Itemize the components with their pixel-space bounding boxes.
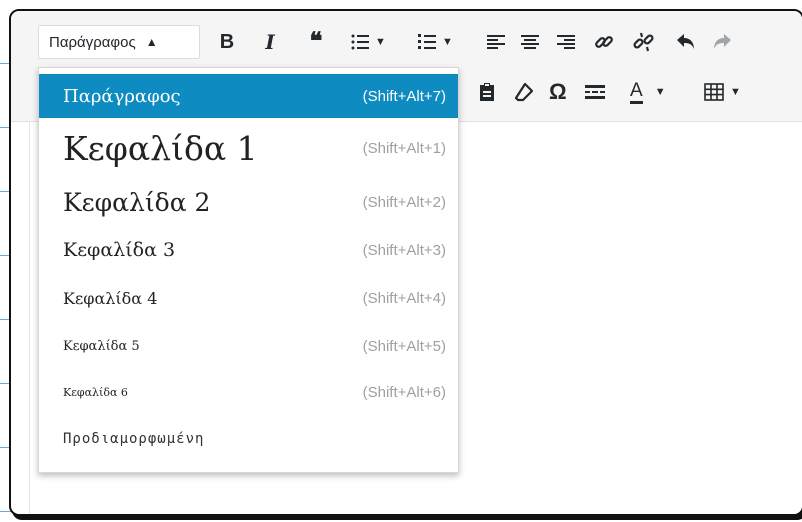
bullet-list-button[interactable]: ▼	[351, 28, 386, 56]
blockquote-button[interactable]: ❝	[303, 28, 329, 56]
numbered-list-button[interactable]: ▼	[418, 28, 453, 56]
chevron-down-icon: ▼	[730, 86, 741, 98]
bold-button[interactable]: B	[216, 28, 238, 56]
format-option-preformatted[interactable]: Προδιαμορφωμένη	[39, 414, 458, 464]
format-select[interactable]: Παράγραφος ▲	[38, 25, 200, 59]
format-option-heading-3[interactable]: Κεφαλίδα 3 (Shift+Alt+3)	[39, 226, 458, 274]
format-option-shortcut: (Shift+Alt+1)	[362, 139, 446, 157]
format-option-label: Κεφαλίδα 4	[63, 288, 158, 308]
format-option-shortcut: (Shift+Alt+2)	[362, 193, 446, 211]
eraser-icon	[514, 82, 534, 102]
chevron-down-icon: ▼	[375, 36, 386, 48]
omega-icon: Ω	[549, 79, 567, 104]
format-option-label: Προδιαμορφωμένη	[63, 431, 205, 447]
read-more-button[interactable]	[585, 78, 605, 106]
table-button[interactable]: ▼	[704, 78, 741, 106]
bullet-list-icon	[351, 34, 369, 50]
align-right-button[interactable]	[557, 28, 575, 56]
text-color-button[interactable]: A ▼	[630, 78, 666, 106]
chevron-down-icon: ▼	[442, 36, 453, 48]
read-more-icon	[585, 85, 605, 99]
format-option-shortcut: (Shift+Alt+6)	[362, 383, 446, 401]
chevron-down-icon: ▼	[654, 86, 666, 98]
format-option-paragraph[interactable]: Παράγραφος (Shift+Alt+7)	[39, 74, 458, 118]
format-select-value: Παράγραφος	[49, 33, 136, 51]
clear-formatting-button[interactable]	[514, 78, 534, 106]
format-option-heading-5[interactable]: Κεφαλίδα 5 (Shift+Alt+5)	[39, 322, 458, 370]
undo-icon	[677, 34, 694, 49]
format-dropdown-menu: Παράγραφος (Shift+Alt+7) Κεφαλίδα 1 (Shi…	[38, 67, 459, 473]
remove-link-button[interactable]	[633, 28, 655, 56]
format-option-heading-6[interactable]: Κεφαλίδα 6 (Shift+Alt+6)	[39, 370, 458, 414]
link-icon	[595, 36, 613, 48]
align-left-icon	[487, 35, 505, 49]
format-option-shortcut: (Shift+Alt+5)	[362, 337, 446, 355]
italic-icon: I	[265, 30, 275, 54]
table-icon	[704, 83, 724, 101]
redo-icon	[714, 34, 731, 49]
chevron-up-icon: ▲	[145, 35, 158, 49]
align-left-button[interactable]	[487, 28, 505, 56]
format-option-label: Παράγραφος	[63, 85, 181, 107]
format-option-label: Κεφαλίδα 6	[63, 385, 128, 399]
format-option-label: Κεφαλίδα 1	[63, 128, 258, 168]
text-color-icon: A	[630, 80, 643, 104]
quote-icon: ❝	[309, 28, 323, 55]
format-option-heading-4[interactable]: Κεφαλίδα 4 (Shift+Alt+4)	[39, 274, 458, 322]
italic-button[interactable]: I	[259, 28, 281, 56]
format-option-heading-2[interactable]: Κεφαλίδα 2 (Shift+Alt+2)	[39, 178, 458, 226]
numbered-list-icon	[418, 34, 436, 49]
format-option-shortcut: (Shift+Alt+4)	[362, 289, 446, 307]
undo-button[interactable]	[675, 28, 697, 56]
clipboard-icon	[480, 83, 494, 101]
format-option-heading-1[interactable]: Κεφαλίδα 1 (Shift+Alt+1)	[39, 118, 458, 178]
unlink-icon	[633, 32, 654, 52]
align-center-icon	[521, 35, 539, 49]
paste-as-text-button[interactable]	[478, 78, 496, 106]
format-option-shortcut: (Shift+Alt+3)	[362, 241, 446, 259]
editor-window: Παράγραφος ▲ B I ❝ ▼ ▼ Ω A ▼ ▼ Παράγραφο…	[9, 9, 802, 516]
redo-button[interactable]	[711, 28, 733, 56]
format-option-label: Κεφαλίδα 3	[63, 239, 176, 261]
format-option-label: Κεφαλίδα 2	[63, 187, 211, 217]
format-option-label: Κεφαλίδα 5	[63, 338, 140, 354]
insert-link-button[interactable]	[594, 28, 614, 56]
special-character-button[interactable]: Ω	[549, 78, 567, 106]
align-center-button[interactable]	[521, 28, 539, 56]
align-right-icon	[557, 35, 575, 49]
bold-icon: B	[219, 31, 235, 53]
format-option-shortcut: (Shift+Alt+7)	[362, 87, 446, 105]
